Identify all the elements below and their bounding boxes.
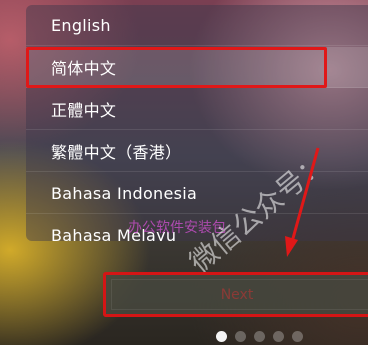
page-dot-1[interactable] — [216, 331, 227, 342]
next-button[interactable]: Next — [103, 272, 368, 317]
page-dot-3[interactable] — [254, 331, 265, 342]
page-dot-4[interactable] — [273, 331, 284, 342]
page-dot-2[interactable] — [235, 331, 246, 342]
pagination-dots — [216, 331, 303, 342]
page-dot-5[interactable] — [292, 331, 303, 342]
next-button-inner — [111, 279, 368, 310]
